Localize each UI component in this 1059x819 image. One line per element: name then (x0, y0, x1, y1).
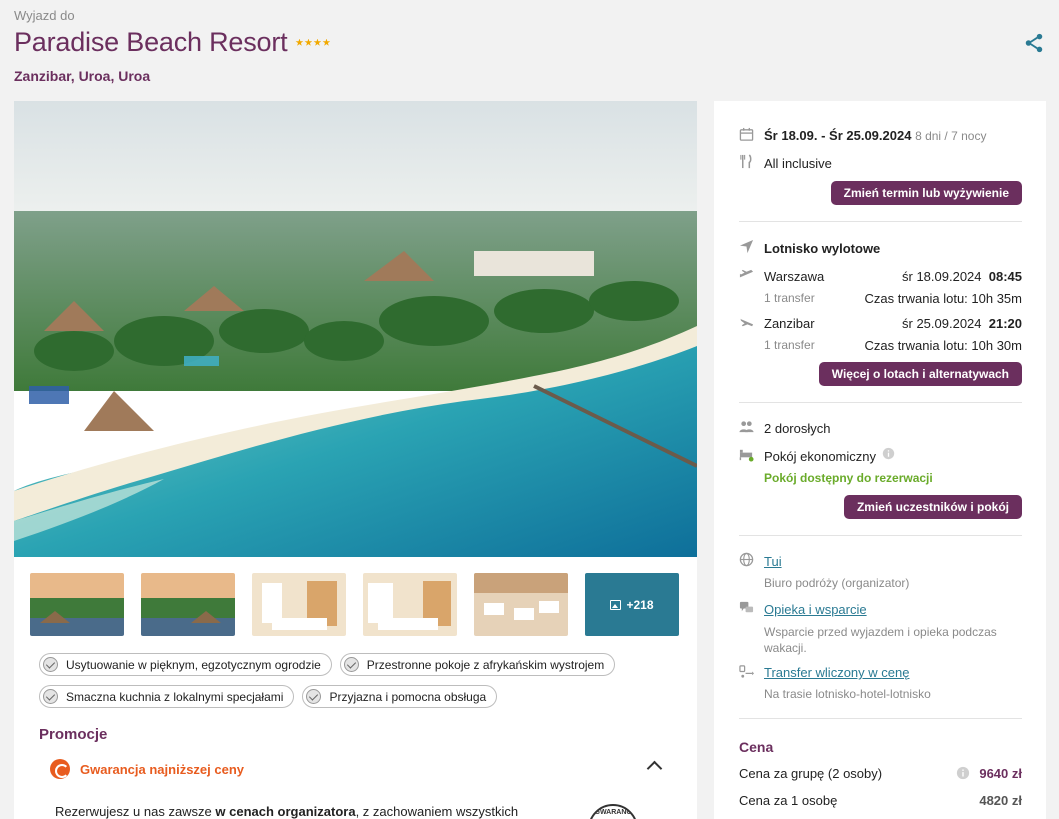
board-type: All inclusive (764, 156, 832, 171)
price-section-title: Cena (739, 739, 774, 755)
inbound-transfers: 1 transfer (764, 338, 815, 352)
operator-link[interactable]: Tui (764, 554, 782, 569)
operator-description: Biuro podróży (organizator) (764, 576, 910, 590)
divider (739, 402, 1022, 403)
divider (739, 221, 1022, 222)
star-rating (295, 38, 331, 47)
thumbnail-image[interactable] (30, 573, 124, 636)
change-term-button[interactable]: Zmień termin lub wyżywienie (830, 181, 1022, 205)
eyebrow-text: Wyjazd do (14, 8, 75, 23)
more-flights-button[interactable]: Więcej o lotach i alternatywach (818, 362, 1022, 386)
globe-icon (739, 552, 754, 567)
feature-label: Przestronne pokoje z afrykańskim wystroj… (366, 657, 605, 672)
outbound-flight-duration: Czas trwania lotu: 10h 35m (864, 291, 1022, 306)
promo-section-title: Promocje (39, 726, 108, 743)
share-icon[interactable] (1023, 32, 1045, 54)
chevron-up-icon[interactable] (646, 760, 663, 777)
promo-label: Gwarancja najniższej ceny (80, 761, 245, 777)
plane-arrival-icon (739, 318, 754, 327)
support-icon (739, 601, 754, 613)
image-icon (610, 599, 622, 610)
feature-tag: Usytuowanie w pięknym, egzotycznym ogrod… (39, 653, 332, 676)
thumbnail-image[interactable] (363, 573, 457, 636)
page-header: Wyjazd do Paradise Beach Resort Zanzibar… (14, 8, 1045, 98)
departure-airport-title: Lotnisko wylotowe (764, 241, 881, 256)
bed-icon (739, 449, 754, 462)
calendar-icon (739, 127, 754, 141)
divider (739, 718, 1022, 719)
promo-description: Rezerwujesz u nas zawsze w cenach organi… (55, 804, 519, 819)
trip-dates-row: Śr 18.09. - Śr 25.09.2024 8 dni / 7 nocy (764, 128, 986, 143)
thumbnail-image[interactable] (474, 573, 568, 636)
feature-tag: Smaczna kuchnia z lokalnymi specjałami (39, 685, 295, 708)
room-type: Pokój ekonomiczny (764, 449, 876, 464)
divider (739, 535, 1022, 536)
person-price-label: Cena za 1 osobę (739, 793, 838, 808)
thumbnail-strip: +218 (30, 573, 679, 636)
care-support-description: Wsparcie przed wyjazdem i opieka podczas… (764, 625, 997, 655)
hotel-title: Paradise Beach Resort (14, 27, 288, 57)
check-icon (43, 657, 58, 672)
thumbnail-image[interactable] (252, 573, 346, 636)
person-price-value: 4820 zł (979, 793, 1022, 808)
info-icon[interactable] (882, 447, 895, 460)
feature-label: Smaczna kuchnia z lokalnymi specjałami (66, 689, 284, 704)
star-icon (295, 38, 304, 46)
trip-dates: Śr 18.09. - Śr 25.09.2024 (764, 128, 912, 143)
outbound-datetime: śr 18.09.2024 08:45 (902, 269, 1022, 284)
feature-tags: Usytuowanie w pięknym, egzotycznym ogrod… (39, 653, 679, 708)
group-price-value: 9640 zł (979, 766, 1022, 781)
transfer-description: Na trasie lotnisko-hotel-lotnisko (764, 687, 931, 701)
transfer-icon (739, 665, 754, 678)
feature-label: Usytuowanie w pięknym, egzotycznym ogrod… (66, 657, 321, 672)
more-photos-count: +218 (626, 597, 654, 612)
star-icon (313, 38, 322, 46)
feature-tag: Przyjazna i pomocna obsługa (302, 685, 498, 708)
plane-departure-icon (739, 269, 754, 278)
feature-tag: Przestronne pokoje z afrykańskim wystroj… (339, 653, 616, 676)
guests-count: 2 dorosłych (764, 421, 831, 436)
thumbnail-image[interactable] (141, 573, 235, 636)
inbound-flight-duration: Czas trwania lotu: 10h 30m (864, 338, 1022, 353)
star-icon (304, 38, 313, 46)
change-guests-button[interactable]: Zmień uczestników i pokój (843, 495, 1022, 519)
booking-summary-card: Śr 18.09. - Śr 25.09.2024 8 dni / 7 nocy… (714, 101, 1046, 819)
info-icon[interactable] (956, 766, 970, 780)
cutlery-icon (740, 154, 752, 169)
more-photos-button[interactable]: +218 (585, 573, 679, 636)
location-text: Zanzibar, Uroa, Uroa (14, 68, 151, 84)
navigation-arrow-icon (739, 239, 754, 254)
check-icon (43, 689, 58, 704)
hero-image[interactable] (14, 101, 697, 557)
star-icon (322, 38, 331, 46)
gallery-card: +218 Usytuowanie w pięknym, egzotycznym … (14, 101, 697, 819)
guarantee-seal-icon: GWARANC (588, 804, 638, 819)
room-availability-status: Pokój dostępny do rezerwacji (764, 471, 933, 485)
outbound-transfers: 1 transfer (764, 291, 815, 305)
promo-accordion-header[interactable]: Gwarancja najniższej ceny (50, 759, 663, 779)
inbound-datetime: śr 25.09.2024 21:20 (902, 316, 1022, 331)
trip-duration: 8 dni / 7 nocy (915, 129, 987, 143)
inbound-city: Zanzibar (764, 316, 815, 331)
care-support-link[interactable]: Opieka i wsparcie (764, 602, 867, 617)
group-price-label: Cena za grupę (2 osoby) (739, 766, 883, 781)
check-icon (306, 689, 322, 704)
price-guarantee-icon (50, 759, 70, 779)
transfer-link[interactable]: Transfer wliczony w cenę (764, 665, 909, 680)
outbound-city: Warszawa (764, 269, 825, 284)
users-icon (739, 421, 754, 433)
feature-label: Przyjazna i pomocna obsługa (329, 689, 487, 704)
check-icon (343, 657, 359, 672)
